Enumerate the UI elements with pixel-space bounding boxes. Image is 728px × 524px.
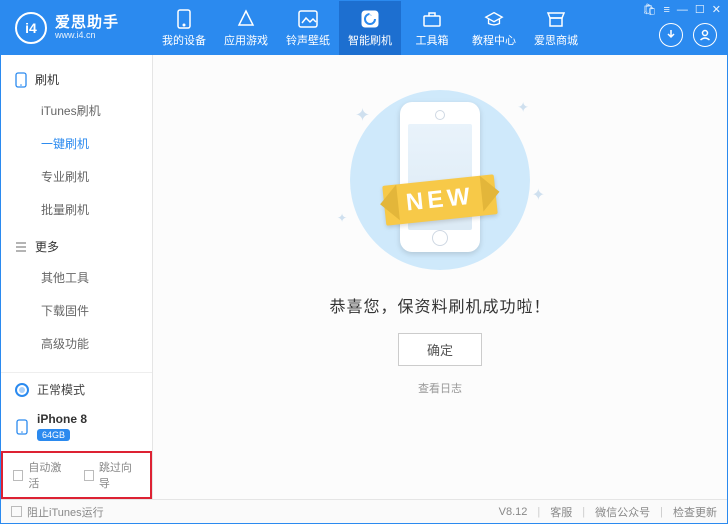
nav-label: 铃声壁纸 xyxy=(286,32,330,48)
device-row[interactable]: iPhone 8 64GB xyxy=(1,406,152,451)
toolbox-icon xyxy=(422,9,442,29)
checkbox-icon xyxy=(13,470,23,481)
list-icon xyxy=(15,241,27,253)
separator: | xyxy=(660,506,663,518)
nav-ringtones[interactable]: 铃声壁纸 xyxy=(277,1,339,55)
shop-icon xyxy=(546,9,566,29)
block-itunes-checkbox[interactable]: 阻止iTunes运行 xyxy=(11,504,104,520)
sidebar-group-title: 刷机 xyxy=(35,71,59,88)
device-info: iPhone 8 64GB xyxy=(37,412,87,441)
content: ✦ ✦ ✦ ✦ NEW 恭喜您，保资料刷机成功啦！ 确定 查看日志 xyxy=(153,55,727,499)
main-area: ✦ ✦ ✦ ✦ NEW 恭喜您，保资料刷机成功啦！ 确定 查看日志 xyxy=(153,55,727,499)
brand-url: www.i4.cn xyxy=(55,31,119,41)
sparkle-icon: ✦ xyxy=(532,185,545,205)
auto-activate-checkbox[interactable]: 自动激活 xyxy=(13,459,70,491)
mode-dot-icon xyxy=(15,383,29,397)
logo-area: i4 爱思助手 www.i4.cn xyxy=(1,12,153,44)
support-link[interactable]: 客服 xyxy=(550,504,572,520)
statusbar: 阻止iTunes运行 V8.12 | 客服 | 微信公众号 | 检查更新 xyxy=(1,499,727,523)
nav-tutorials[interactable]: 教程中心 xyxy=(463,1,525,55)
check-update-link[interactable]: 检查更新 xyxy=(673,504,717,520)
nav-label: 工具箱 xyxy=(416,32,449,48)
sparkle-icon: ✦ xyxy=(517,99,529,116)
view-log-link[interactable]: 查看日志 xyxy=(418,380,462,396)
device-mode-row[interactable]: 正常模式 xyxy=(1,373,152,406)
nav-toolbox[interactable]: 工具箱 xyxy=(401,1,463,55)
menu-icon[interactable]: ≡ xyxy=(663,5,669,16)
close-icon[interactable]: ✕ xyxy=(712,5,721,16)
nav-shop[interactable]: 爱思商城 xyxy=(525,1,587,55)
checkbox-icon xyxy=(84,470,94,481)
statusbar-left: 阻止iTunes运行 xyxy=(11,504,104,520)
sidebar-item-advanced[interactable]: 高级功能 xyxy=(1,327,152,360)
graduation-icon xyxy=(484,9,504,29)
checkbox-label: 自动激活 xyxy=(28,459,69,491)
separator: | xyxy=(582,506,585,518)
sidebar-group-more: 更多 xyxy=(1,232,152,261)
sidebar-item-itunes-flash[interactable]: iTunes刷机 xyxy=(1,94,152,127)
checkbox-icon xyxy=(11,506,22,517)
nav-label: 我的设备 xyxy=(162,32,206,48)
statusbar-right: V8.12 | 客服 | 微信公众号 | 检查更新 xyxy=(499,504,717,520)
brand-name: 爱思助手 xyxy=(55,15,119,32)
sparkle-icon: ✦ xyxy=(337,211,347,225)
sidebar-bottom: 正常模式 iPhone 8 64GB 自动激活 跳过向导 xyxy=(1,372,152,499)
sidebar: 刷机 iTunes刷机 一键刷机 专业刷机 批量刷机 更多 其他工具 下载固件 … xyxy=(1,55,153,499)
sparkle-icon: ✦ xyxy=(355,105,370,126)
logo-icon: i4 xyxy=(15,12,47,44)
checkbox-label: 阻止iTunes运行 xyxy=(27,504,104,520)
nav-label: 教程中心 xyxy=(472,32,516,48)
download-icon[interactable] xyxy=(659,23,683,47)
checkbox-label: 跳过向导 xyxy=(99,459,140,491)
nav-label: 智能刷机 xyxy=(348,32,392,48)
footer-options-highlight: 自动激活 跳过向导 xyxy=(1,451,152,499)
cart-icon[interactable]: 🛍 xyxy=(643,5,657,16)
titlebar-right-icons xyxy=(659,23,717,47)
flash-icon xyxy=(360,9,380,29)
user-icon[interactable] xyxy=(693,23,717,47)
nav-my-device[interactable]: 我的设备 xyxy=(153,1,215,55)
device-name: iPhone 8 xyxy=(37,412,87,426)
titlebar: i4 爱思助手 www.i4.cn 我的设备 应用游戏 铃声壁纸 智能刷机 xyxy=(1,1,727,55)
sidebar-scroll: 刷机 iTunes刷机 一键刷机 专业刷机 批量刷机 更多 其他工具 下载固件 … xyxy=(1,55,152,372)
device-capacity-badge: 64GB xyxy=(37,429,70,441)
nav-apps[interactable]: 应用游戏 xyxy=(215,1,277,55)
app-window: i4 爱思助手 www.i4.cn 我的设备 应用游戏 铃声壁纸 智能刷机 xyxy=(0,0,728,524)
nav-label: 爱思商城 xyxy=(534,32,578,48)
body: 刷机 iTunes刷机 一键刷机 专业刷机 批量刷机 更多 其他工具 下载固件 … xyxy=(1,55,727,499)
success-illustration: ✦ ✦ ✦ ✦ NEW xyxy=(325,85,555,275)
ok-button[interactable]: 确定 xyxy=(398,333,482,366)
sidebar-item-other-tools[interactable]: 其他工具 xyxy=(1,261,152,294)
maximize-icon[interactable]: ☐ xyxy=(695,5,705,16)
sidebar-item-oneclick-flash[interactable]: 一键刷机 xyxy=(1,127,152,160)
nav-label: 应用游戏 xyxy=(224,32,268,48)
sidebar-group-flash: 刷机 xyxy=(1,65,152,94)
apps-icon xyxy=(236,9,256,29)
sidebar-item-download-firmware[interactable]: 下载固件 xyxy=(1,294,152,327)
separator: | xyxy=(537,506,540,518)
phone-icon xyxy=(15,72,27,88)
skip-wizard-checkbox[interactable]: 跳过向导 xyxy=(84,459,141,491)
minimize-icon[interactable]: ― xyxy=(677,5,688,16)
sidebar-group-title: 更多 xyxy=(35,238,59,255)
sidebar-item-batch-flash[interactable]: 批量刷机 xyxy=(1,193,152,226)
image-icon xyxy=(298,9,318,29)
wechat-link[interactable]: 微信公众号 xyxy=(595,504,650,520)
sidebar-item-pro-flash[interactable]: 专业刷机 xyxy=(1,160,152,193)
success-text: 恭喜您，保资料刷机成功啦！ xyxy=(329,293,550,317)
phone-icon xyxy=(174,9,194,29)
nav-flash[interactable]: 智能刷机 xyxy=(339,1,401,55)
device-mode-label: 正常模式 xyxy=(37,381,85,398)
phone-icon xyxy=(15,419,29,435)
version-label: V8.12 xyxy=(499,506,528,518)
window-controls: 🛍 ≡ ― ☐ ✕ xyxy=(643,5,721,16)
brand-text: 爱思助手 www.i4.cn xyxy=(55,15,119,41)
logo-text-mark: i4 xyxy=(25,20,37,36)
top-nav: 我的设备 应用游戏 铃声壁纸 智能刷机 工具箱 教程中心 xyxy=(153,1,587,55)
